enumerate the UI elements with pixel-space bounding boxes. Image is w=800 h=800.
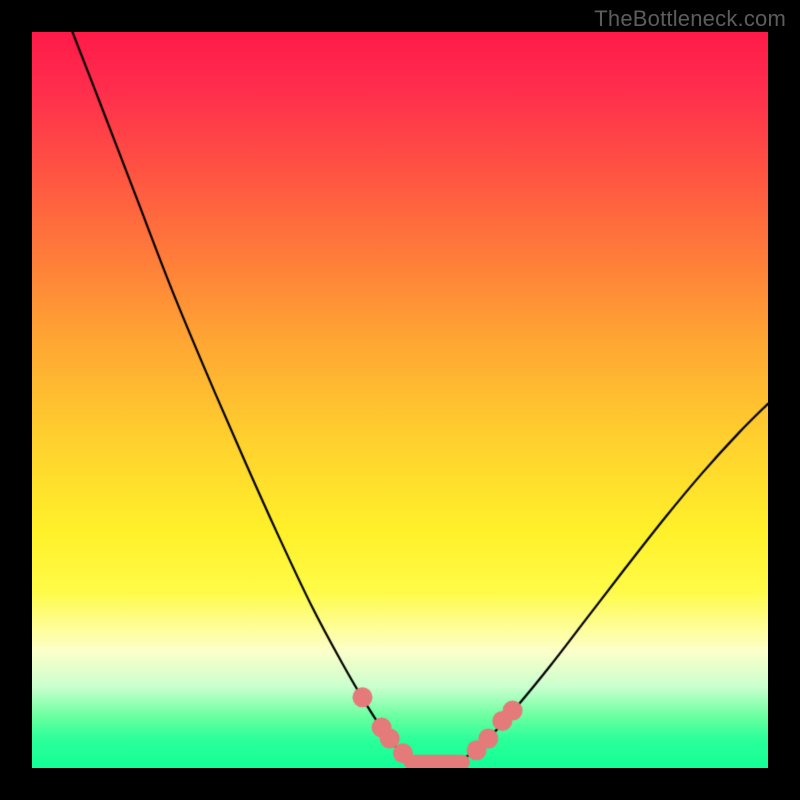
- plot-area: [32, 32, 768, 768]
- watermark-text: TheBottleneck.com: [594, 6, 786, 32]
- bottleneck-markers: [32, 32, 768, 768]
- chart-frame: TheBottleneck.com: [0, 0, 800, 800]
